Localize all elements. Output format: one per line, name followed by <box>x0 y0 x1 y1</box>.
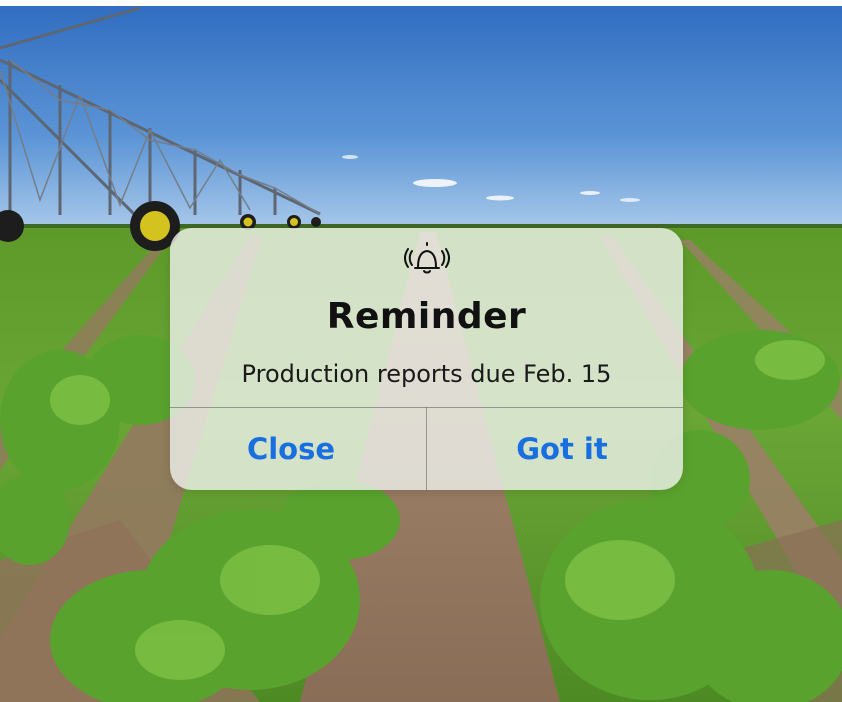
alert-message: Production reports due Feb. 15 <box>241 360 612 388</box>
reminder-alert-dialog: Reminder Production reports due Feb. 15 … <box>170 228 683 490</box>
alert-title: Reminder <box>326 296 527 337</box>
got-it-button[interactable]: Got it <box>427 408 683 490</box>
bell-ringing-icon <box>170 239 683 279</box>
close-button[interactable]: Close <box>170 408 412 490</box>
